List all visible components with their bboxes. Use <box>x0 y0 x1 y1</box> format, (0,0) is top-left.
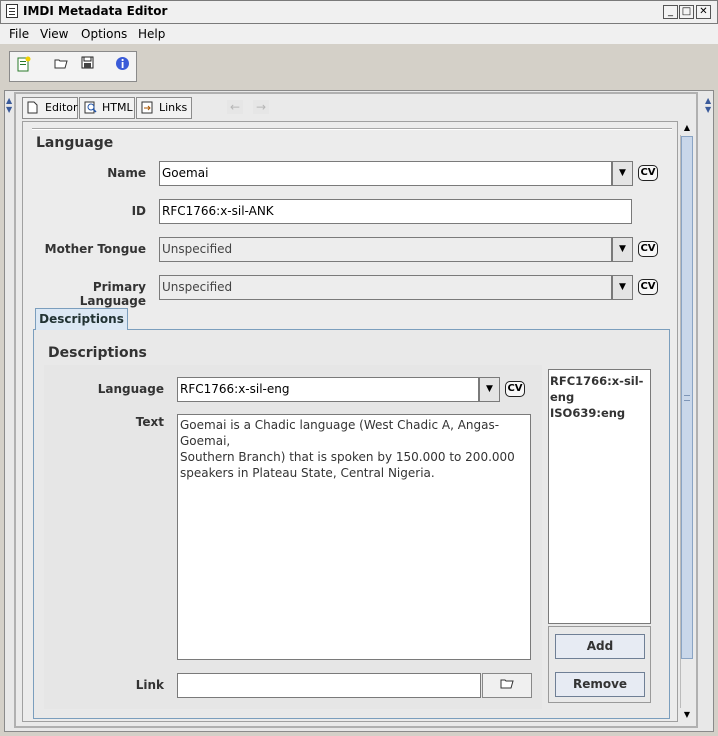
cv-button[interactable]: CV <box>638 241 658 257</box>
tab-links-label: Links <box>159 101 188 114</box>
chevron-down-icon[interactable]: ▼ <box>612 275 633 300</box>
save-icon[interactable] <box>76 56 98 76</box>
right-expand-icon[interactable]: ▲ ▼ <box>705 96 711 114</box>
id-field[interactable]: RFC1766:x-sil-ANK <box>159 199 632 224</box>
window-title: IMDI Metadata Editor <box>23 4 168 18</box>
tab-editor[interactable]: Editor <box>22 97 78 119</box>
chevron-down-icon[interactable]: ▼ <box>612 237 633 262</box>
description-language-field[interactable]: RFC1766:x-sil-eng <box>177 377 479 402</box>
separator <box>32 128 672 130</box>
minimize-button[interactable]: _ <box>663 5 678 19</box>
name-combo-field[interactable]: Goemai <box>159 161 612 186</box>
open-folder-icon <box>500 678 514 693</box>
list-item[interactable]: ISO639:eng <box>550 405 650 421</box>
back-arrow-icon[interactable]: ← <box>227 100 243 114</box>
menu-view[interactable]: View <box>40 27 68 41</box>
remove-button[interactable]: Remove <box>555 672 645 697</box>
scroll-down-icon[interactable]: ▼ <box>680 708 694 722</box>
new-document-icon[interactable] <box>13 56 35 76</box>
section-title-descriptions: Descriptions <box>48 345 147 361</box>
chevron-down-icon[interactable]: ▼ <box>612 161 633 186</box>
scroll-grip-icon <box>684 395 690 401</box>
list-item[interactable]: RFC1766:x-sil-eng <box>550 373 650 405</box>
cv-button[interactable]: CV <box>638 165 658 181</box>
cv-button[interactable]: CV <box>638 279 658 295</box>
maximize-button[interactable]: □ <box>679 5 694 19</box>
left-expand-icon[interactable]: ▲ ▼ <box>6 96 12 114</box>
tab-html[interactable]: HTML <box>79 97 135 119</box>
primary-language-select[interactable]: Unspecified <box>159 275 612 300</box>
tab-editor-label: Editor <box>45 101 78 114</box>
close-button[interactable]: ✕ <box>696 5 711 19</box>
tab-descriptions[interactable]: Descriptions <box>35 308 128 330</box>
mother-tongue-select[interactable]: Unspecified <box>159 237 612 262</box>
links-icon <box>141 101 153 115</box>
browse-button[interactable] <box>482 673 532 698</box>
menu-options[interactable]: Options <box>81 27 127 41</box>
open-folder-icon[interactable] <box>50 56 72 76</box>
name-label: Name <box>107 166 146 180</box>
tab-html-label: HTML <box>102 101 133 114</box>
document-icon <box>27 101 39 115</box>
section-title-language: Language <box>36 135 114 151</box>
description-list[interactable]: RFC1766:x-sil-eng ISO639:eng <box>548 369 651 624</box>
search-icon <box>84 101 97 115</box>
info-icon[interactable] <box>111 56 133 76</box>
cv-button[interactable]: CV <box>505 381 525 397</box>
link-field[interactable] <box>177 673 481 698</box>
tab-links[interactable]: Links <box>136 97 192 119</box>
id-label: ID <box>131 204 146 218</box>
scroll-up-icon[interactable]: ▲ <box>680 121 694 135</box>
text-label: Text <box>135 415 164 429</box>
mother-tongue-label: Mother Tongue <box>44 242 146 256</box>
app-icon <box>6 4 18 18</box>
menu-help[interactable]: Help <box>138 27 165 41</box>
add-button[interactable]: Add <box>555 634 645 659</box>
link-label: Link <box>135 678 164 692</box>
description-textarea[interactable]: Goemai is a Chadic language (West Chadic… <box>177 414 531 660</box>
primary-language-label: Primary Language <box>79 280 146 308</box>
description-language-label: Language <box>97 382 164 396</box>
menu-file[interactable]: File <box>9 27 29 41</box>
forward-arrow-icon[interactable]: → <box>253 100 269 114</box>
chevron-down-icon[interactable]: ▼ <box>479 377 500 402</box>
